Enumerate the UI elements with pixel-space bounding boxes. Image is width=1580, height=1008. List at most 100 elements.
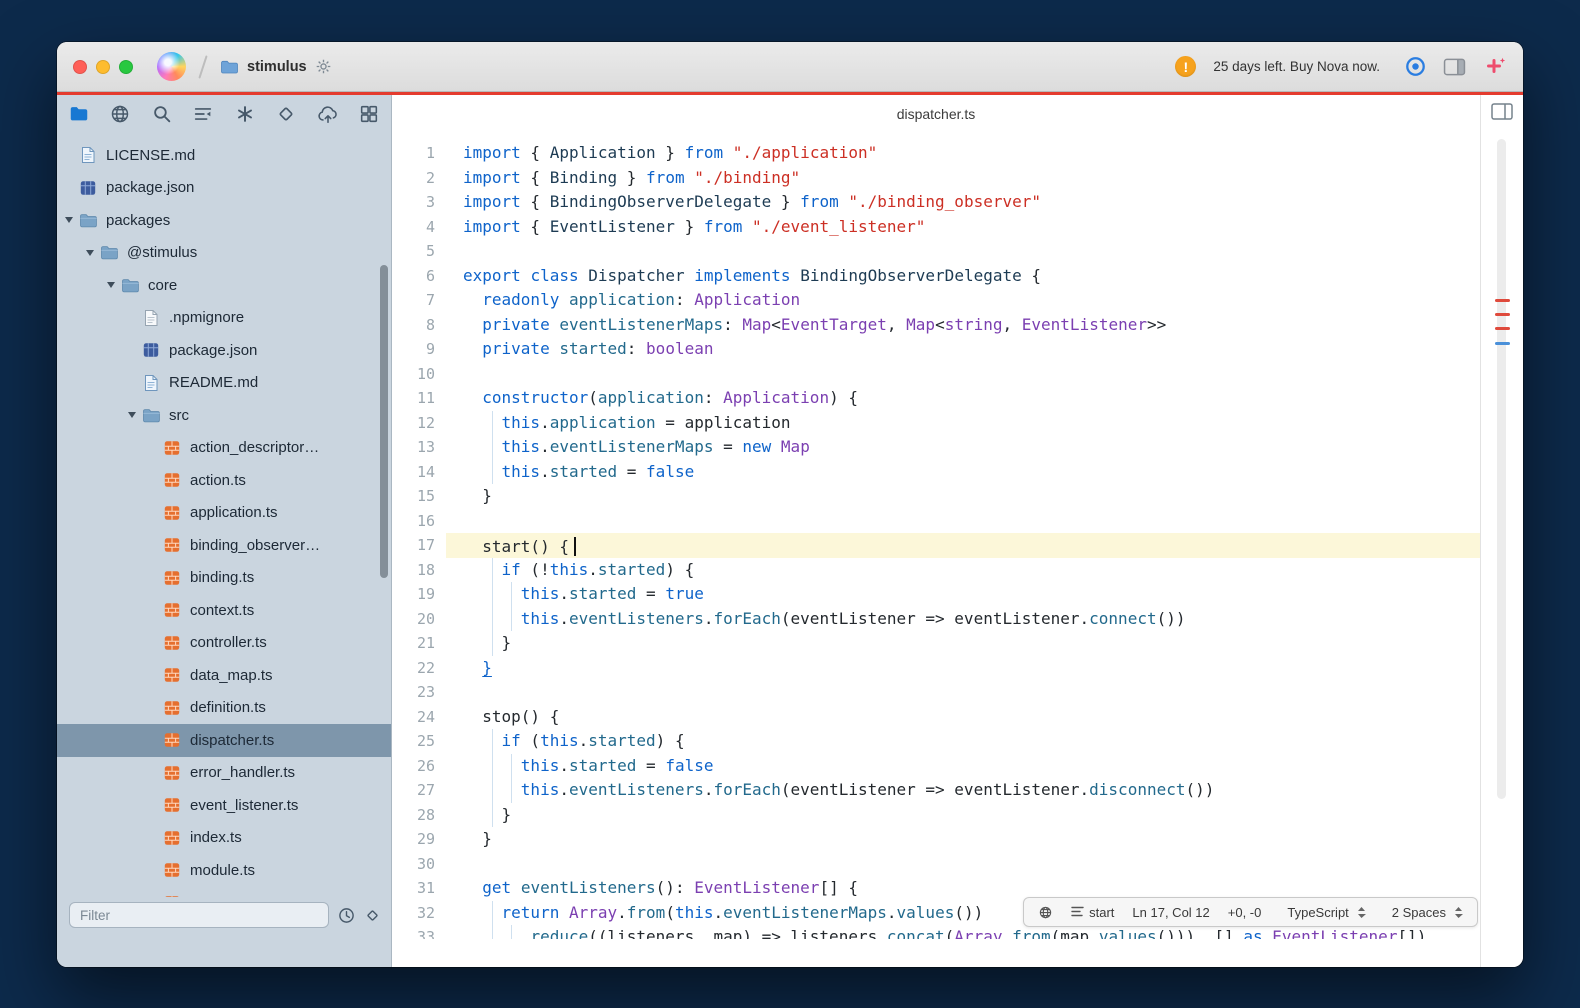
code-text[interactable] (446, 680, 1480, 705)
code-text[interactable]: this.eventListeners.forEach(eventListene… (446, 607, 1480, 632)
indent-guide (492, 803, 493, 828)
outline-icon[interactable] (190, 101, 216, 127)
tree-file[interactable] (57, 887, 391, 898)
tag-filter-icon[interactable] (364, 907, 381, 924)
code-text[interactable]: } (446, 656, 1480, 681)
code-text[interactable]: this.started = false (446, 460, 1480, 485)
tree-file[interactable]: action_descriptor… (57, 432, 391, 465)
tree-file[interactable]: binding.ts (57, 562, 391, 595)
code-text[interactable]: } (446, 827, 1480, 852)
tree-folder[interactable]: @stimulus (57, 237, 391, 270)
panels-icon[interactable] (1443, 58, 1466, 76)
tree-file[interactable]: event_listener.ts (57, 789, 391, 822)
line-number: 8 (392, 313, 446, 338)
tree-label: packages (106, 212, 170, 229)
code-text[interactable]: import { BindingObserverDelegate } from … (446, 190, 1480, 215)
code-text[interactable]: if (this.started) { (446, 729, 1480, 754)
code-text[interactable] (446, 509, 1480, 534)
tree-folder[interactable]: core (57, 269, 391, 302)
code-text[interactable]: this.started = false (446, 754, 1480, 779)
line-number: 4 (392, 215, 446, 240)
code-text[interactable]: } (446, 631, 1480, 656)
tree-file[interactable]: error_handler.ts (57, 757, 391, 790)
code-text[interactable]: private started: boolean (446, 337, 1480, 362)
tree-file[interactable]: action.ts (57, 464, 391, 497)
sidebar-scrollbar[interactable] (380, 265, 388, 578)
asterisk-icon[interactable] (232, 101, 258, 127)
code-text[interactable] (446, 362, 1480, 387)
grid-icon[interactable] (356, 101, 382, 127)
tree-file[interactable]: context.ts (57, 594, 391, 627)
disclosure-triangle-icon[interactable] (61, 217, 77, 223)
code-text[interactable]: .reduce((listeners, map) => listeners.co… (446, 925, 1480, 939)
zoom-window-button[interactable] (119, 60, 133, 74)
tree-file[interactable]: application.ts (57, 497, 391, 530)
new-item-plus-icon[interactable] (1483, 55, 1507, 79)
project-name: stimulus (247, 59, 307, 75)
code-text[interactable]: this.started = true (446, 582, 1480, 607)
cloud-upload-icon[interactable] (315, 101, 341, 127)
files-icon[interactable] (66, 101, 92, 127)
line-number: 30 (392, 852, 446, 877)
tag-icon[interactable] (273, 101, 299, 127)
globe-icon[interactable] (107, 101, 133, 127)
indentation-selector[interactable]: 2 Spaces (1392, 905, 1463, 920)
trial-notice[interactable]: 25 days left. Buy Nova now. (1213, 59, 1380, 74)
indent-guide (511, 754, 512, 779)
code-text[interactable]: import { EventListener } from "./event_l… (446, 215, 1480, 240)
filter-input[interactable] (69, 902, 329, 928)
code-text[interactable]: } (446, 803, 1480, 828)
disclosure-triangle-icon[interactable] (103, 282, 119, 288)
remote-globe-icon[interactable] (1038, 905, 1053, 920)
tree-label: binding_observer… (190, 537, 320, 554)
cursor-position[interactable]: Ln 17, Col 12 (1132, 905, 1209, 920)
minimize-window-button[interactable] (96, 60, 110, 74)
clock-icon[interactable] (338, 907, 355, 924)
code-text[interactable]: import { Application } from "./applicati… (446, 141, 1480, 166)
code-area: 1import { Application } from "./applicat… (392, 133, 1480, 939)
pkg-icon (140, 341, 162, 359)
tree-folder[interactable]: packages (57, 204, 391, 237)
symbol-navigator[interactable]: start (1071, 905, 1114, 920)
disclosure-triangle-icon[interactable] (124, 412, 140, 418)
tree-file[interactable]: data_map.ts (57, 659, 391, 692)
code-text[interactable]: this.eventListeners.forEach(eventListene… (446, 778, 1480, 803)
code-text[interactable] (446, 852, 1480, 877)
disclosure-triangle-icon[interactable] (82, 250, 98, 256)
split-editor-button[interactable] (1481, 95, 1523, 133)
code-text[interactable]: readonly application: Application (446, 288, 1480, 313)
tree-folder[interactable]: src (57, 399, 391, 432)
tree-file[interactable]: package.json (57, 172, 391, 205)
tree-file[interactable]: LICENSE.md (57, 139, 391, 172)
code-text[interactable] (446, 239, 1480, 264)
code-text[interactable]: constructor(application: Application) { (446, 386, 1480, 411)
preview-icon[interactable] (1405, 56, 1426, 77)
editor-title[interactable]: dispatcher.ts (897, 106, 976, 122)
gear-icon[interactable] (315, 58, 332, 75)
language-selector[interactable]: TypeScript (1287, 905, 1365, 920)
indent-guide (492, 582, 493, 607)
code-text[interactable]: } (446, 484, 1480, 509)
tree-file[interactable]: .npmignore (57, 302, 391, 335)
code-text[interactable]: import { Binding } from "./binding" (446, 166, 1480, 191)
tree-file[interactable]: module.ts (57, 854, 391, 887)
code-text[interactable]: if (!this.started) { (446, 558, 1480, 583)
search-icon[interactable] (149, 101, 175, 127)
scrollbar-thumb[interactable] (1497, 139, 1506, 799)
tree-file[interactable]: controller.ts (57, 627, 391, 660)
code-text[interactable]: private eventListenerMaps: Map<EventTarg… (446, 313, 1480, 338)
code-text[interactable]: start() { (446, 533, 1480, 558)
code-text[interactable]: this.application = application (446, 411, 1480, 436)
code-text[interactable]: export class Dispatcher implements Bindi… (446, 264, 1480, 289)
editor-scrollbar[interactable] (1481, 133, 1523, 967)
tree-file[interactable]: README.md (57, 367, 391, 400)
tree-file[interactable]: binding_observer… (57, 529, 391, 562)
project-proxy[interactable]: stimulus (220, 58, 332, 75)
close-window-button[interactable] (73, 60, 87, 74)
tree-file[interactable]: dispatcher.ts (57, 724, 391, 757)
tree-file[interactable]: index.ts (57, 822, 391, 855)
tree-file[interactable]: definition.ts (57, 692, 391, 725)
code-text[interactable]: this.eventListenerMaps = new Map (446, 435, 1480, 460)
code-text[interactable]: stop() { (446, 705, 1480, 730)
tree-file[interactable]: package.json (57, 334, 391, 367)
